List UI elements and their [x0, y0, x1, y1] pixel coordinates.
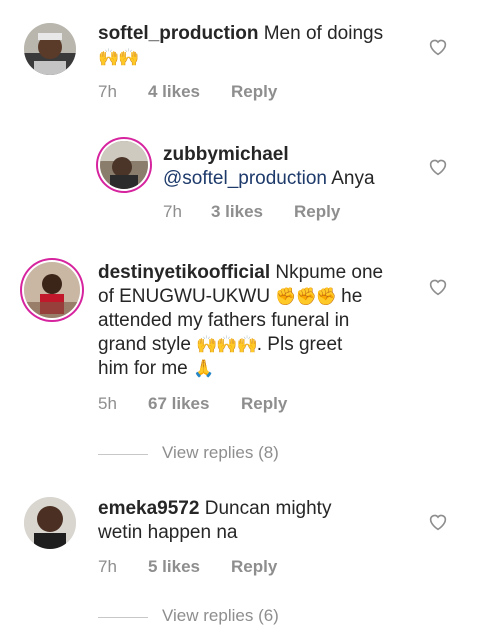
view-replies-label[interactable]: View replies (6) [162, 606, 279, 626]
comment-text: emeka9572 Duncan mighty wetin happen na [98, 497, 331, 545]
comment-line: . Pls greet [256, 334, 343, 355]
emoji: ✊✊✊ [275, 287, 337, 306]
comment-line: grand style [98, 334, 191, 355]
likes-count[interactable]: 5 likes [148, 557, 200, 577]
heart-icon[interactable] [428, 513, 448, 531]
timestamp: 5h [98, 394, 117, 413]
reply-button[interactable]: Reply [294, 202, 340, 222]
emoji: 🙌🙌 [98, 48, 139, 67]
comment-text: destinyetikoofficial Nkpume one of ENUGW… [98, 261, 383, 381]
heart-icon[interactable] [428, 38, 448, 56]
avatar[interactable] [100, 141, 148, 189]
comment-line: he [341, 286, 363, 307]
divider [98, 454, 148, 455]
likes-count[interactable]: 3 likes [211, 202, 263, 222]
reply-button[interactable]: Reply [241, 394, 287, 414]
comment-line: him for me [98, 358, 188, 379]
emoji: 🙌🙌🙌 [196, 335, 258, 354]
comment-body: Anya [331, 168, 375, 189]
timestamp: 7h [163, 202, 182, 221]
comment-text: zubbymichael @softel_production Anya [163, 143, 375, 191]
username[interactable]: zubbymichael [163, 144, 289, 165]
comment-line: Nkpume one [275, 262, 384, 283]
reply-button[interactable]: Reply [231, 557, 277, 577]
timestamp: 7h [98, 557, 117, 576]
likes-count[interactable]: 4 likes [148, 82, 200, 102]
comment-line: of ENUGWU-UKWU [98, 286, 271, 307]
reply-button[interactable]: Reply [231, 82, 277, 102]
username[interactable]: softel_production [98, 23, 258, 44]
avatar[interactable] [24, 262, 80, 318]
comment-line: wetin happen na [98, 522, 238, 543]
comment-text: softel_production Men of doings 🙌🙌 [98, 22, 383, 70]
avatar[interactable] [24, 497, 76, 549]
username[interactable]: destinyetikoofficial [98, 262, 270, 283]
heart-icon[interactable] [428, 278, 448, 296]
emoji: 🙏 [193, 359, 214, 378]
view-replies-label[interactable]: View replies (8) [162, 443, 279, 463]
comment-line: attended my fathers funeral in [98, 310, 350, 331]
comment-body: Men of doings [263, 23, 384, 44]
timestamp: 7h [98, 82, 117, 101]
username[interactable]: emeka9572 [98, 498, 199, 519]
heart-icon[interactable] [428, 158, 448, 176]
divider [98, 617, 148, 618]
avatar[interactable] [24, 23, 76, 75]
comment-line: Duncan mighty [204, 498, 332, 519]
likes-count[interactable]: 67 likes [148, 394, 209, 414]
mention-link[interactable]: @softel_production [163, 168, 327, 189]
